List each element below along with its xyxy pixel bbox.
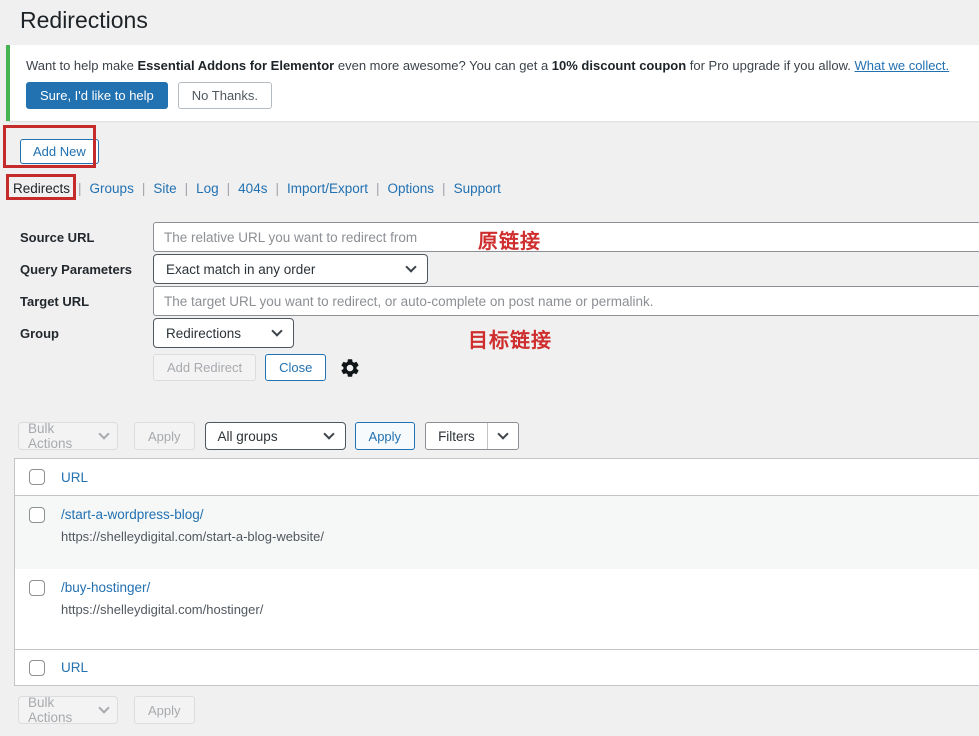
plugin-tab-nav: Redirects | Groups | Site | Log | 404s |… <box>13 181 501 196</box>
bulk-actions-select-bottom[interactable]: Bulk Actions <box>18 696 118 724</box>
query-parameters-label: Query Parameters <box>20 262 153 277</box>
notice-plugin-name: Essential Addons for Elementor <box>138 58 335 73</box>
source-url-label: Source URL <box>20 230 153 245</box>
source-url-link[interactable]: /buy-hostinger/ <box>61 580 263 595</box>
query-parameters-select[interactable]: Exact match in any order <box>153 254 428 284</box>
bulk-actions-select[interactable]: Bulk Actions <box>18 422 118 450</box>
tab-404s[interactable]: 404s <box>238 181 267 196</box>
query-parameters-value: Exact match in any order <box>166 262 315 277</box>
redirects-table: URL /start-a-wordpress-blog/ https://she… <box>14 458 979 686</box>
list-toolbar: Bulk Actions Apply All groups Apply Filt… <box>18 422 519 450</box>
select-all-checkbox[interactable] <box>29 660 45 676</box>
notice-text-part1: Want to help make <box>26 58 138 73</box>
nav-separator: | <box>185 181 189 196</box>
bulk-actions-value: Bulk Actions <box>28 421 90 451</box>
target-url-label: Target URL <box>20 294 153 309</box>
filters-dropdown-button[interactable]: Filters <box>425 422 519 450</box>
nav-separator: | <box>275 181 279 196</box>
tab-import-export[interactable]: Import/Export <box>287 181 368 196</box>
plugin-notice-banner: Want to help make Essential Addons for E… <box>6 45 979 121</box>
group-value: Redirections <box>166 326 241 341</box>
table-row: /start-a-wordpress-blog/ https://shelley… <box>15 496 979 569</box>
group-filter-value: All groups <box>218 429 278 444</box>
nav-separator: | <box>376 181 380 196</box>
target-url-text: https://shelleydigital.com/start-a-blog-… <box>61 529 324 544</box>
tab-site[interactable]: Site <box>153 181 176 196</box>
tab-log[interactable]: Log <box>196 181 219 196</box>
tab-groups[interactable]: Groups <box>90 181 134 196</box>
annotation-target-link-cn: 目标链接 <box>468 324 552 353</box>
notice-text-part2: even more awesome? You can get a <box>334 58 552 73</box>
bulk-apply-button[interactable]: Apply <box>134 422 195 450</box>
group-apply-button[interactable]: Apply <box>355 422 416 450</box>
add-redirect-button[interactable]: Add Redirect <box>153 354 256 381</box>
nav-separator: | <box>442 181 446 196</box>
chevron-down-icon <box>98 428 109 439</box>
notice-discount: 10% discount coupon <box>552 58 686 73</box>
group-label: Group <box>20 326 153 341</box>
chevron-down-icon <box>98 702 109 713</box>
annotation-source-link-cn: 原链接 <box>478 225 541 254</box>
bulk-apply-button-bottom[interactable]: Apply <box>134 696 195 724</box>
table-footer-row: URL <box>15 649 979 685</box>
row-checkbox[interactable] <box>29 507 45 523</box>
tab-redirects[interactable]: Redirects <box>13 181 70 196</box>
nav-separator: | <box>78 181 82 196</box>
row-checkbox[interactable] <box>29 580 45 596</box>
group-filter-select[interactable]: All groups <box>205 422 346 450</box>
filters-label: Filters <box>426 423 487 449</box>
select-all-checkbox[interactable] <box>29 469 45 485</box>
target-url-text: https://shelleydigital.com/hostinger/ <box>61 602 263 617</box>
target-url-input[interactable] <box>153 286 979 316</box>
add-new-button[interactable]: Add New <box>20 139 99 164</box>
notice-accept-button[interactable]: Sure, I'd like to help <box>26 82 168 109</box>
source-url-link[interactable]: /start-a-wordpress-blog/ <box>61 507 324 522</box>
tab-support[interactable]: Support <box>454 181 501 196</box>
tab-options[interactable]: Options <box>388 181 435 196</box>
page-title: Redirections <box>20 7 148 34</box>
source-url-input[interactable] <box>153 222 979 252</box>
what-we-collect-link[interactable]: What we collect. <box>855 58 950 73</box>
chevron-down-icon <box>405 261 416 272</box>
url-column-header[interactable]: URL <box>61 470 88 485</box>
nav-separator: | <box>227 181 231 196</box>
chevron-down-icon <box>271 325 282 336</box>
bottom-toolbar: Bulk Actions Apply <box>18 696 195 724</box>
table-header-row: URL <box>15 459 979 496</box>
chevron-down-icon <box>487 423 518 449</box>
chevron-down-icon <box>323 428 334 439</box>
close-button[interactable]: Close <box>265 354 326 381</box>
gear-icon[interactable] <box>339 357 361 379</box>
group-select[interactable]: Redirections <box>153 318 294 348</box>
table-row: /buy-hostinger/ https://shelleydigital.c… <box>15 569 979 649</box>
notice-message: Want to help make Essential Addons for E… <box>10 45 979 73</box>
nav-separator: | <box>142 181 146 196</box>
bulk-actions-value: Bulk Actions <box>28 695 90 725</box>
url-column-footer[interactable]: URL <box>61 660 88 675</box>
notice-decline-button[interactable]: No Thanks. <box>178 82 272 109</box>
notice-text-part3: for Pro upgrade if you allow. <box>686 58 854 73</box>
